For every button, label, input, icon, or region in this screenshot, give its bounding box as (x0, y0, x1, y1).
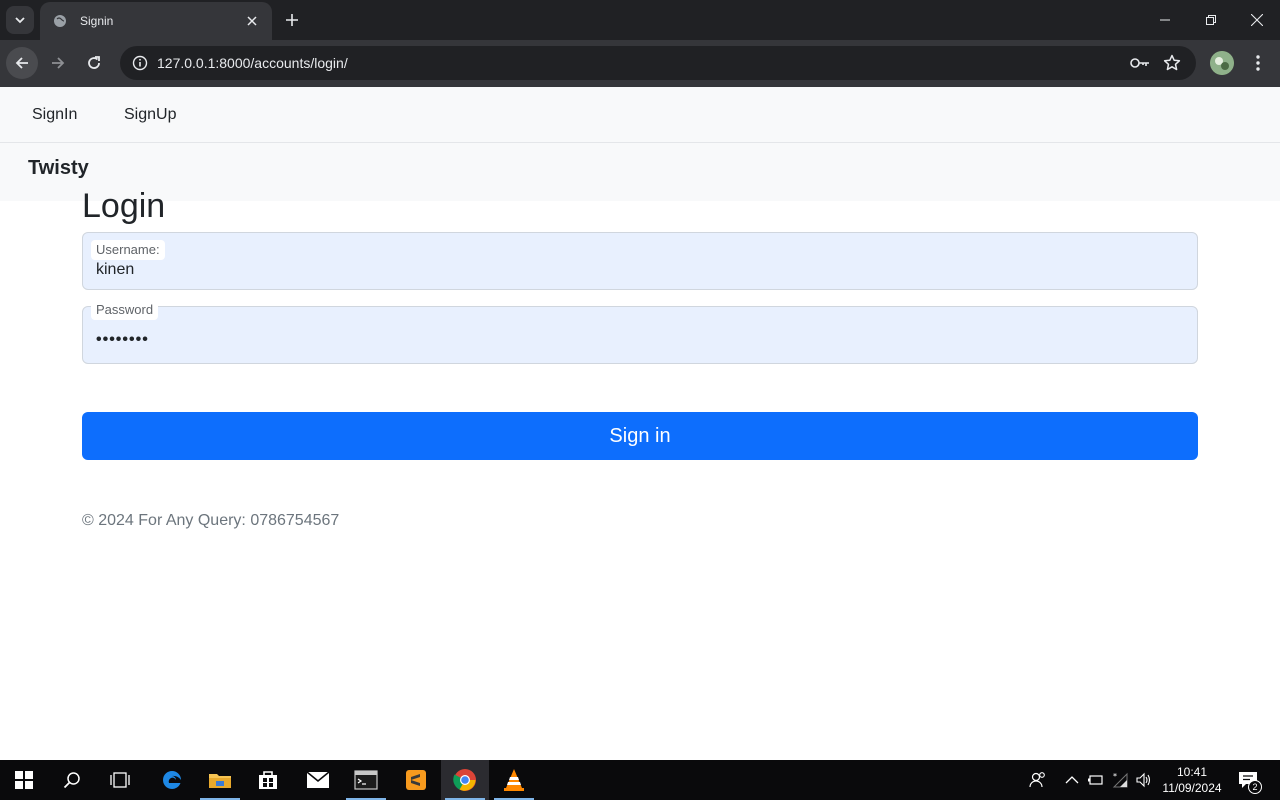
windows-logo-icon (15, 771, 33, 789)
store-app[interactable] (244, 760, 292, 800)
password-label: Password (91, 300, 159, 320)
arrow-right-icon (52, 57, 65, 69)
task-view-button[interactable] (96, 760, 144, 800)
sign-in-button[interactable]: Sign in (82, 412, 1198, 460)
clock-time: 10:41 (1176, 765, 1208, 779)
brand-name[interactable]: Twisty (28, 157, 89, 180)
folder-icon (209, 774, 231, 788)
reload-button[interactable] (78, 47, 110, 79)
key-icon[interactable] (1128, 51, 1152, 75)
sublime-text-icon (406, 770, 426, 790)
reload-icon (88, 56, 100, 69)
username-input[interactable]: kinen (96, 261, 134, 279)
globe-icon (52, 13, 68, 29)
password-input[interactable]: •••••••• (96, 331, 149, 349)
mail-app[interactable] (294, 760, 342, 800)
sublime-text-app[interactable] (392, 760, 440, 800)
svg-text:*: * (1113, 772, 1117, 781)
forward-button[interactable] (42, 47, 74, 79)
action-center-button[interactable]: 2 (1236, 768, 1262, 794)
terminal-app[interactable] (342, 760, 390, 800)
url-text: 127.0.0.1:8000/accounts/login/ (157, 55, 348, 71)
bookmark-star-icon[interactable] (1160, 51, 1184, 75)
restore-button[interactable] (1188, 0, 1234, 40)
profile-avatar[interactable] (1210, 51, 1234, 75)
active-tab[interactable]: Signin (40, 2, 272, 40)
browser-toolbar: 127.0.0.1:8000/accounts/login/ (0, 40, 1280, 87)
new-tab-button[interactable] (280, 8, 304, 32)
start-button[interactable] (0, 760, 48, 800)
top-navbar: SignIn SignUp (0, 87, 1280, 143)
close-window-button[interactable] (1234, 0, 1280, 40)
page-title: Login (82, 187, 166, 225)
restore-icon (1206, 15, 1216, 25)
windows-taskbar: * 10:41 11/09/2024 2 (0, 760, 1280, 800)
store-icon (259, 771, 277, 789)
battery-icon[interactable] (1086, 770, 1106, 790)
more-menu-icon[interactable] (1246, 50, 1270, 76)
people-icon[interactable] (1028, 770, 1048, 790)
close-tab-icon[interactable] (242, 11, 262, 31)
vlc-cone-icon (504, 769, 524, 791)
minimize-button[interactable] (1142, 0, 1188, 40)
chrome-app[interactable] (441, 760, 489, 800)
username-label: Username: (91, 240, 165, 260)
taskbar-clock[interactable]: 10:41 11/09/2024 (1160, 764, 1224, 796)
edge-icon (163, 771, 181, 789)
task-view-icon (110, 772, 130, 788)
footer-text: © 2024 For Any Query: 0786754567 (82, 512, 340, 529)
minimize-icon (1160, 19, 1170, 21)
chevron-up-icon[interactable] (1062, 770, 1082, 790)
file-explorer-app[interactable] (196, 760, 244, 800)
username-field[interactable]: Username: kinen (82, 232, 1198, 290)
edge-app[interactable] (148, 760, 196, 800)
search-button[interactable] (48, 760, 96, 800)
chevron-down-icon (15, 17, 25, 24)
nav-link-signup[interactable]: SignUp (124, 106, 176, 124)
browser-tab-bar: Signin (0, 0, 1280, 40)
volume-icon[interactable] (1134, 770, 1154, 790)
tab-search-button[interactable] (6, 6, 34, 34)
wifi-icon[interactable]: * (1110, 770, 1130, 790)
address-bar[interactable]: 127.0.0.1:8000/accounts/login/ (120, 46, 1196, 80)
back-button[interactable] (6, 47, 38, 79)
tab-title: Signin (80, 14, 114, 28)
chrome-icon (453, 769, 476, 791)
vlc-app[interactable] (490, 760, 538, 800)
nav-link-signin[interactable]: SignIn (32, 106, 77, 124)
terminal-icon (354, 770, 378, 790)
site-info-icon[interactable] (128, 51, 152, 75)
clock-date: 11/09/2024 (1162, 781, 1222, 795)
plus-icon (286, 14, 298, 26)
close-icon (1251, 14, 1263, 26)
arrow-left-icon (15, 57, 28, 69)
search-icon (63, 772, 80, 789)
brand-bar: Twisty (0, 143, 1280, 201)
notification-count-badge: 2 (1248, 780, 1262, 794)
password-field[interactable]: Password •••••••• (82, 300, 1198, 364)
mail-icon (306, 771, 330, 788)
